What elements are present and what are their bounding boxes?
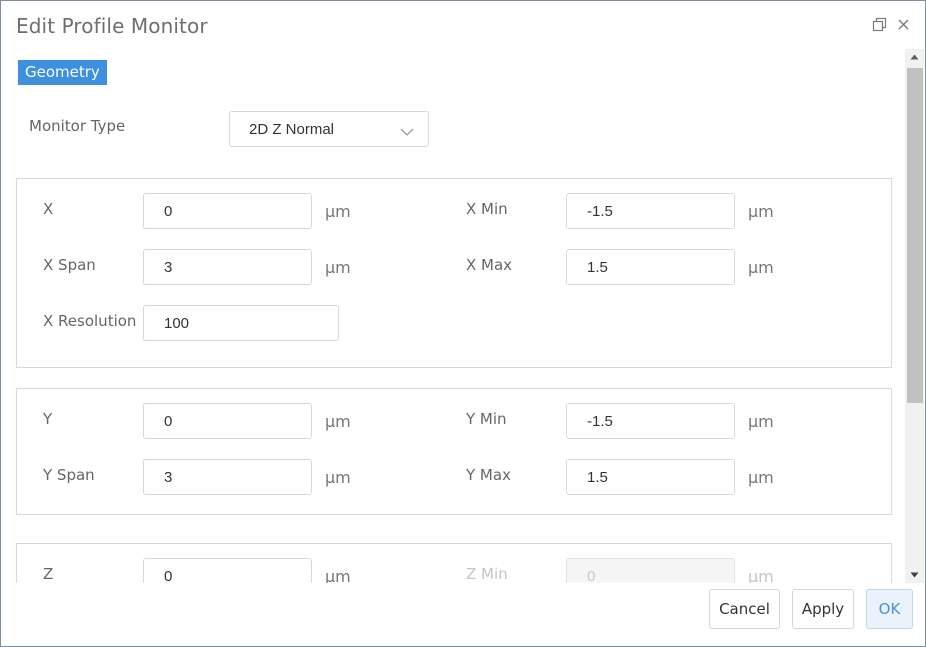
monitor-type-value: 2D Z Normal [249,121,335,138]
x-max-input[interactable] [566,249,735,285]
x-label: X [43,200,54,218]
y-label: Y [43,410,53,428]
x-resolution-label: X Resolution [43,312,137,330]
ok-button[interactable]: OK [866,589,913,629]
monitor-type-select[interactable]: 2D Z Normal [229,111,429,147]
restore-window-icon[interactable] [870,15,888,33]
edit-profile-monitor-dialog: Edit Profile Monitor Geometry Monitor Ty… [0,0,926,647]
x-max-label: X Max [466,256,513,274]
x-span-input[interactable] [143,249,312,285]
close-icon[interactable] [894,15,912,33]
x-min-label: X Min [466,200,508,218]
y-min-label: Y Min [466,410,507,428]
y-max-unit: μm [748,468,774,487]
z-unit: μm [325,567,351,583]
chevron-down-icon [400,124,414,142]
scrollbar-thumb[interactable] [907,68,923,403]
z-min-unit: μm [748,567,774,583]
z-min-label: Z Min [466,565,508,583]
y-min-input[interactable] [566,403,735,439]
apply-button[interactable]: Apply [792,589,854,629]
cancel-button[interactable]: Cancel [709,589,780,629]
z-min-input [566,558,735,583]
z-label: Z [43,565,54,583]
z-input[interactable] [143,558,312,583]
monitor-type-label: Monitor Type [29,117,126,135]
x-resolution-input[interactable] [143,305,339,341]
x-min-input[interactable] [566,193,735,229]
scroll-up-arrow-icon[interactable] [905,49,924,65]
scroll-down-arrow-icon[interactable] [905,567,924,583]
y-input[interactable] [143,403,312,439]
x-unit: μm [325,202,351,221]
x-min-unit: μm [748,202,774,221]
dialog-footer: Cancel Apply OK [1,583,925,646]
x-input[interactable] [143,193,312,229]
y-span-label: Y Span [43,466,95,484]
y-span-unit: μm [325,468,351,487]
tab-geometry[interactable]: Geometry [18,60,107,85]
vertical-scrollbar[interactable] [905,49,924,583]
dialog-content: Geometry Monitor Type 2D Z Normal X μm X… [2,49,904,583]
y-max-input[interactable] [566,459,735,495]
dialog-titlebar: Edit Profile Monitor [1,1,925,49]
x-max-unit: μm [748,258,774,277]
x-span-label: X Span [43,256,96,274]
y-unit: μm [325,412,351,431]
y-max-label: Y Max [466,466,511,484]
y-span-input[interactable] [143,459,312,495]
x-span-unit: μm [325,258,351,277]
y-min-unit: μm [748,412,774,431]
dialog-title: Edit Profile Monitor [16,14,208,38]
